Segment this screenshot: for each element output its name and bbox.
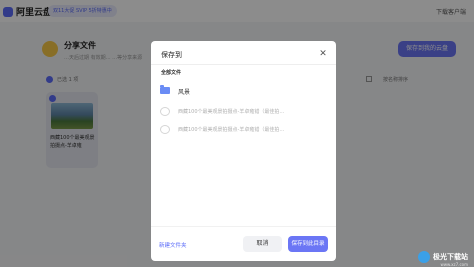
file-icon [160,107,170,116]
save-here-button[interactable]: 保存到此目录 [288,236,328,252]
close-icon[interactable]: ✕ [318,49,328,59]
watermark-logo-icon [418,251,430,263]
dialog-title: 保存到 [161,51,182,59]
watermark-text: 极光下载站 [433,253,468,261]
divider [151,64,336,65]
folder-item-scenery[interactable]: 风景 [159,84,329,98]
folder-label: 风景 [178,89,191,96]
file-icon [160,125,170,134]
watermark-url: www.xz7.com [440,262,468,267]
save-to-dialog: 保存到 ✕ 全部文件 风景 西藏100个最美观景拍摄点-羊卓雍错（最佳拍… 西藏… [151,41,336,261]
disabled-file-item: 西藏100个最美观景拍摄点-羊卓雍错（最佳拍… [159,123,329,137]
file-label: 西藏100个最美观景拍摄点-羊卓雍错（最佳拍… [178,109,285,115]
file-label: 西藏100个最美观景拍摄点-羊卓雍错（最佳拍… [178,127,285,133]
disabled-file-item: 西藏100个最美观景拍摄点-羊卓雍错（最佳拍… [159,105,329,119]
cancel-button[interactable]: 取消 [243,236,282,252]
footer-divider [151,226,336,227]
new-folder-link[interactable]: 新建文件夹 [159,241,187,249]
folder-icon [160,85,170,94]
folder-breadcrumb[interactable]: 全部文件 [161,69,181,76]
